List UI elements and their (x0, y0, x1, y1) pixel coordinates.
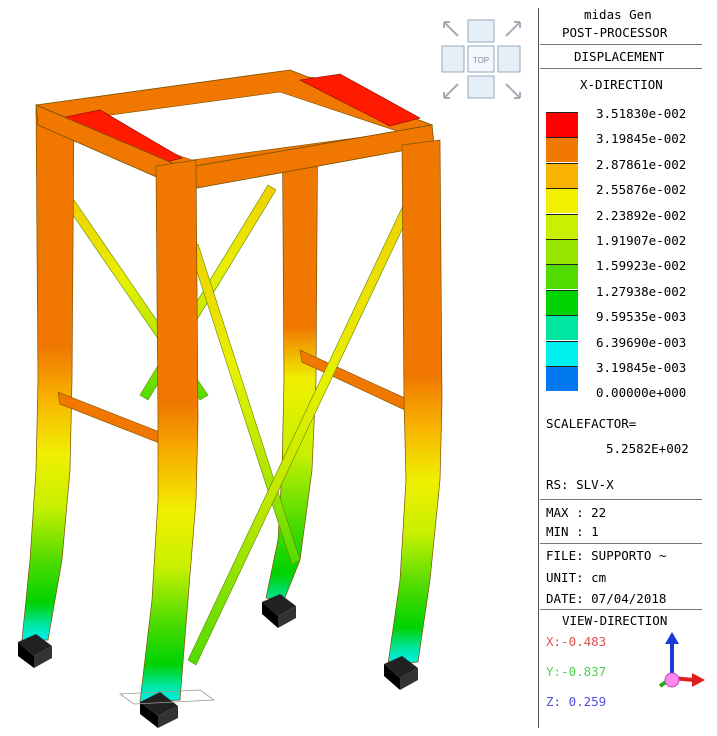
model-viewport[interactable]: TOP (0, 0, 537, 732)
min-node: MIN : 1 (546, 524, 599, 539)
legend-swatch (546, 289, 578, 315)
legend-value: 1.59923e-002 (596, 258, 687, 274)
legend-swatch (546, 366, 578, 391)
max-node: MAX : 22 (546, 505, 607, 520)
nav-left-face[interactable] (441, 45, 465, 73)
legend-swatch (546, 112, 578, 137)
legend-swatch (546, 315, 578, 341)
view-navigation-cube[interactable]: TOP (440, 18, 524, 102)
date: DATE: 07/04/2018 (546, 591, 667, 606)
unit: UNIT: cm (546, 570, 607, 585)
divider-line (540, 499, 702, 500)
top-frame (34, 69, 435, 191)
legend-swatch (546, 239, 578, 264)
legend-swatch (546, 137, 578, 163)
nav-top-label: TOP (473, 56, 489, 65)
legend-panel: midas Gen POST-PROCESSOR DISPLACEMENT X-… (540, 0, 717, 732)
legend-swatch (546, 162, 578, 188)
view-direction-title: VIEW-DIRECTION (562, 613, 668, 628)
file-name: FILE: SUPPORTO ~ (546, 548, 667, 563)
view-y: Y:-0.837 (546, 664, 607, 679)
legend-value: 2.55876e-002 (596, 182, 687, 198)
legend-value: 9.59535e-003 (596, 309, 687, 325)
view-z: Z: 0.259 (546, 694, 607, 709)
leg-back-left (21, 107, 75, 641)
structure-model (18, 69, 443, 728)
nav-right-face[interactable] (497, 45, 521, 73)
divider-line (540, 68, 702, 69)
legend-swatch (546, 264, 578, 290)
legend-value: 2.23892e-002 (596, 207, 687, 223)
view-x: X:-0.483 (546, 634, 607, 649)
nav-top-face[interactable] (467, 19, 495, 43)
result-set: RS: SLV-X (546, 477, 614, 492)
legend-value: 0.00000e+000 (596, 385, 687, 401)
panel-divider (538, 8, 539, 728)
nav-bottom-face[interactable] (467, 75, 495, 99)
legend-value: 3.19845e-003 (596, 360, 687, 375)
legend-swatch (546, 340, 578, 366)
legend-swatch (546, 213, 578, 239)
divider-line (540, 44, 702, 45)
divider-line (540, 543, 702, 544)
module-name: POST-PROCESSOR (562, 25, 668, 40)
result-type: DISPLACEMENT (574, 49, 665, 64)
legend-value: 3.51830e-002 (596, 106, 687, 121)
scalefactor-label: SCALEFACTOR= (546, 416, 637, 431)
legend-value: 1.91907e-002 (596, 233, 687, 248)
legend-value: 1.27938e-002 (596, 283, 687, 299)
legend-swatch (546, 188, 578, 214)
legend-value: 3.19845e-002 (596, 131, 687, 147)
legend-value: 2.87861e-002 (596, 156, 687, 172)
scalefactor-value: 5.2582E+002 (606, 441, 689, 456)
app-name: midas Gen (584, 7, 652, 22)
result-component: X-DIRECTION (580, 77, 663, 92)
divider-line (540, 609, 702, 610)
legend-value: 6.39690e-003 (596, 334, 687, 350)
axis-triad-icon (658, 632, 705, 688)
